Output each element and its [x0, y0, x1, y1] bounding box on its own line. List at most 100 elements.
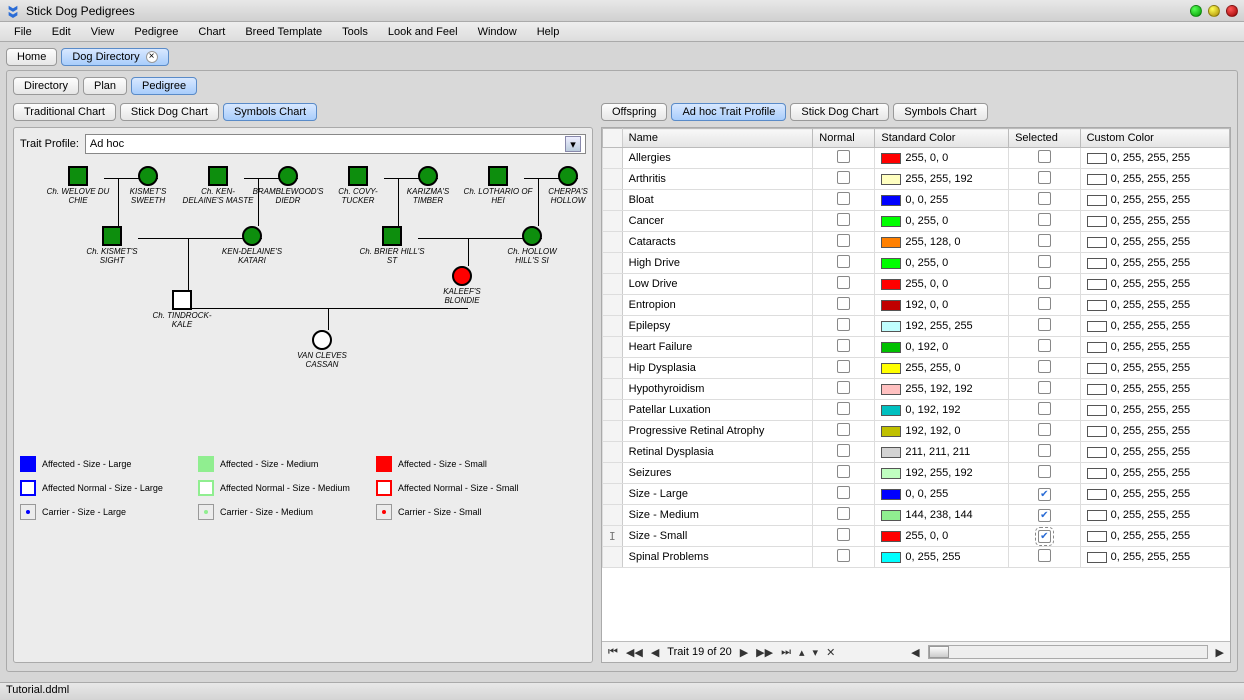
row-handle[interactable] — [603, 505, 623, 526]
cell-custom-color[interactable]: 0, 255, 255, 255 — [1080, 505, 1229, 526]
cell-normal[interactable] — [813, 316, 875, 337]
nav-last-icon[interactable]: ⏭ — [781, 646, 791, 659]
tab-pedigree[interactable]: Pedigree — [131, 77, 197, 95]
cell-name[interactable]: Size - Medium — [622, 505, 813, 526]
row-handle[interactable] — [603, 274, 623, 295]
tab-offspring[interactable]: Offspring — [601, 103, 667, 121]
trait-table[interactable]: NameNormalStandard ColorSelectedCustom C… — [602, 128, 1230, 568]
checkbox[interactable] — [837, 255, 850, 268]
cell-std-color[interactable]: 0, 0, 255 — [875, 190, 1009, 211]
row-handle[interactable] — [603, 442, 623, 463]
cell-name[interactable]: Bloat — [622, 190, 813, 211]
cell-selected[interactable] — [1009, 232, 1081, 253]
cell-name[interactable]: Cataracts — [622, 232, 813, 253]
col-header-selected[interactable]: Selected — [1009, 129, 1081, 148]
table-row[interactable]: Epilepsy192, 255, 2550, 255, 255, 255 — [603, 316, 1230, 337]
checkbox[interactable] — [1038, 171, 1051, 184]
checkbox[interactable] — [837, 192, 850, 205]
pedigree-node[interactable]: Ch. COVY-TUCKER — [322, 166, 394, 206]
table-row[interactable]: Low Drive255, 0, 00, 255, 255, 255 — [603, 274, 1230, 295]
cell-normal[interactable] — [813, 148, 875, 169]
cell-selected[interactable] — [1009, 442, 1081, 463]
cell-name[interactable]: Seizures — [622, 463, 813, 484]
checkbox[interactable] — [837, 444, 850, 457]
table-row[interactable]: High Drive0, 255, 00, 255, 255, 255 — [603, 253, 1230, 274]
pedigree-node[interactable]: Ch. WELOVE DU CHIE — [42, 166, 114, 206]
checkbox[interactable] — [837, 276, 850, 289]
cell-std-color[interactable]: 211, 211, 211 — [875, 442, 1009, 463]
cell-name[interactable]: Cancer — [622, 211, 813, 232]
cell-custom-color[interactable]: 0, 255, 255, 255 — [1080, 400, 1229, 421]
cell-std-color[interactable]: 0, 255, 255 — [875, 547, 1009, 568]
cell-std-color[interactable]: 255, 0, 0 — [875, 148, 1009, 169]
checkbox[interactable] — [837, 528, 850, 541]
nav-cancel-icon[interactable]: ✕ — [826, 646, 835, 659]
nav-prev-page-icon[interactable]: ◀◀ — [626, 646, 643, 659]
cell-name[interactable]: High Drive — [622, 253, 813, 274]
cell-normal[interactable] — [813, 379, 875, 400]
cell-name[interactable]: Allergies — [622, 148, 813, 169]
tab-ad-hoc-trait-profile[interactable]: Ad hoc Trait Profile — [671, 103, 786, 121]
minimize-button[interactable] — [1190, 5, 1202, 17]
pedigree-node[interactable]: KISMET'S SWEETH — [112, 166, 184, 206]
tab-symbols-chart[interactable]: Symbols Chart — [893, 103, 987, 121]
checkbox[interactable] — [837, 486, 850, 499]
table-row[interactable]: Spinal Problems 0, 255, 255 0, 255, 255, 2… — [603, 547, 1230, 568]
checkbox[interactable] — [837, 171, 850, 184]
cell-std-color[interactable]: 0, 0, 255 — [875, 484, 1009, 505]
checkbox[interactable] — [837, 549, 850, 562]
cell-normal[interactable] — [813, 505, 875, 526]
cell-name[interactable]: Retinal Dysplasia — [622, 442, 813, 463]
cell-custom-color[interactable]: 0, 255, 255, 255 — [1080, 547, 1229, 568]
checkbox[interactable] — [1038, 509, 1051, 522]
cell-selected[interactable] — [1009, 337, 1081, 358]
cell-custom-color[interactable]: 0, 255, 255, 255 — [1080, 148, 1229, 169]
pedigree-node[interactable]: Ch. KEN-DELAINE'S MASTE — [182, 166, 254, 206]
checkbox[interactable] — [1038, 213, 1051, 226]
cell-name[interactable]: Hip Dysplasia — [622, 358, 813, 379]
table-row[interactable]: Size - Large 0, 0, 255 0, 255, 255, 255 — [603, 484, 1230, 505]
row-handle[interactable] — [603, 253, 623, 274]
menu-edit[interactable]: Edit — [42, 24, 81, 40]
checkbox[interactable] — [837, 318, 850, 331]
table-row[interactable]: Cancer0, 255, 00, 255, 255, 255 — [603, 211, 1230, 232]
row-handle[interactable] — [603, 295, 623, 316]
checkbox[interactable] — [1038, 255, 1051, 268]
cell-normal[interactable] — [813, 358, 875, 379]
table-row[interactable]: Heart Failure0, 192, 00, 255, 255, 255 — [603, 337, 1230, 358]
col-header-name[interactable]: Name — [622, 129, 813, 148]
nav-first-icon[interactable]: ⏮ — [608, 646, 618, 659]
cell-custom-color[interactable]: 0, 255, 255, 255 — [1080, 484, 1229, 505]
table-row[interactable]: Patellar Luxation0, 192, 1920, 255, 255,… — [603, 400, 1230, 421]
cell-normal[interactable] — [813, 232, 875, 253]
cell-selected[interactable] — [1009, 295, 1081, 316]
cell-name[interactable]: Low Drive — [622, 274, 813, 295]
cell-normal[interactable] — [813, 442, 875, 463]
cell-custom-color[interactable]: 0, 255, 255, 255 — [1080, 421, 1229, 442]
row-handle[interactable] — [603, 400, 623, 421]
cell-custom-color[interactable]: 0, 255, 255, 255 — [1080, 463, 1229, 484]
row-handle[interactable] — [603, 547, 623, 568]
checkbox[interactable] — [1038, 549, 1051, 562]
cell-std-color[interactable]: 0, 255, 0 — [875, 253, 1009, 274]
cell-name[interactable]: Spinal Problems — [622, 547, 813, 568]
cell-custom-color[interactable]: 0, 255, 255, 255 — [1080, 316, 1229, 337]
row-handle[interactable] — [603, 358, 623, 379]
col-header-standard-color[interactable]: Standard Color — [875, 129, 1009, 148]
cell-name[interactable]: Heart Failure — [622, 337, 813, 358]
cell-std-color[interactable]: 192, 255, 255 — [875, 316, 1009, 337]
pedigree-node[interactable]: Ch. KISMET'S SIGHT — [76, 226, 148, 266]
cell-name[interactable]: Size - Large — [622, 484, 813, 505]
col-header-normal[interactable]: Normal — [813, 129, 875, 148]
cell-custom-color[interactable]: 0, 255, 255, 255 — [1080, 211, 1229, 232]
maximize-button[interactable] — [1208, 5, 1220, 17]
cell-std-color[interactable]: 255, 128, 0 — [875, 232, 1009, 253]
cell-name[interactable]: Hypothyroidism — [622, 379, 813, 400]
tab-stick-dog-chart[interactable]: Stick Dog Chart — [120, 103, 219, 121]
row-handle[interactable] — [603, 421, 623, 442]
table-row[interactable]: Entropion192, 0, 00, 255, 255, 255 — [603, 295, 1230, 316]
cell-name[interactable]: Entropion — [622, 295, 813, 316]
cell-normal[interactable] — [813, 211, 875, 232]
cell-normal[interactable] — [813, 190, 875, 211]
checkbox[interactable] — [837, 297, 850, 310]
